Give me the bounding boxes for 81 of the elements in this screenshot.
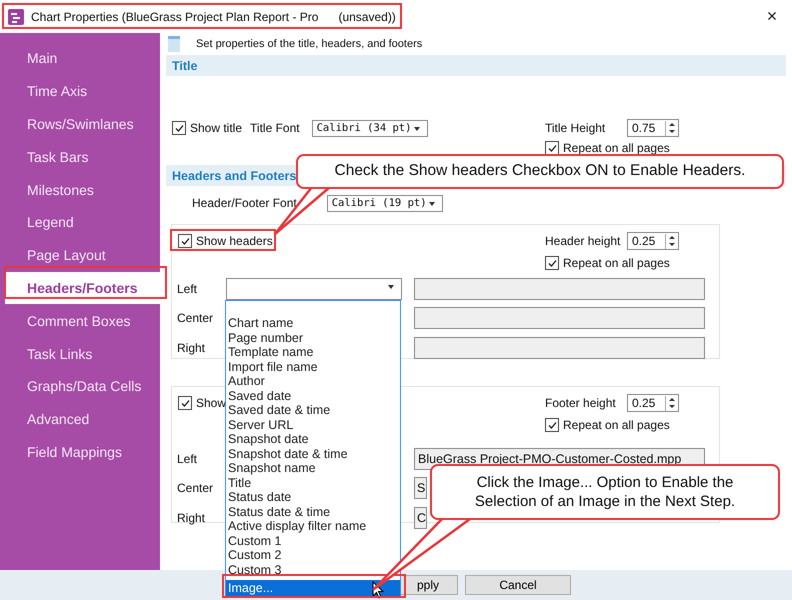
sidebar-item[interactable]: Milestones — [0, 173, 160, 206]
sidebar-item[interactable]: Time Axis — [0, 74, 160, 108]
checkbox-label: Repeat on all pages — [563, 256, 670, 270]
font-dropdown[interactable]: Calibri (34 pt) — [312, 120, 428, 136]
list-option[interactable]: Image... — [226, 580, 400, 596]
check-icon — [180, 236, 190, 246]
page-description: Set properties of the title, headers, and footers — [196, 38, 422, 50]
list-option[interactable]: Active display filter name — [226, 519, 400, 534]
list-option[interactable]: Status date & time — [226, 504, 400, 519]
dialog-button[interactable]: Cancel — [465, 575, 571, 595]
list-option[interactable]: Import file name — [226, 360, 400, 374]
checkbox-label: Show headers — [196, 234, 273, 248]
checkbox[interactable] — [178, 396, 192, 410]
list-option[interactable]: Page number — [226, 330, 400, 345]
text-field[interactable]: C — [414, 506, 427, 529]
list-option[interactable]: Status date — [226, 490, 400, 504]
list-option[interactable]: Chart name — [226, 316, 400, 330]
text-field[interactable] — [414, 307, 705, 330]
section-heading: Title — [166, 55, 786, 76]
sidebar-item[interactable]: Graphs/Data Cells — [0, 370, 160, 403]
sidebar-item[interactable]: Legend — [0, 206, 160, 239]
list-option[interactable]: Snapshot date & time — [226, 446, 400, 461]
checkbox[interactable] — [178, 234, 192, 248]
field-label: Right — [177, 340, 206, 355]
check-icon — [546, 420, 558, 430]
list-option[interactable]: Custom 1 — [226, 534, 400, 548]
checkbox-label: Show title — [190, 121, 242, 135]
list-option[interactable]: Template name — [226, 345, 400, 360]
checkbox[interactable] — [545, 141, 559, 155]
list-option[interactable]: Saved date — [226, 388, 400, 403]
text-field[interactable] — [414, 278, 705, 300]
sidebar-item[interactable]: Field Mappings — [0, 436, 160, 468]
checkbox[interactable] — [545, 256, 559, 270]
sidebar-item[interactable]: Task Bars — [0, 140, 160, 174]
sidebar-item[interactable]: Comment Boxes — [0, 304, 160, 338]
field-label: Center — [177, 481, 214, 496]
spinner-field[interactable]: 0.75 — [627, 119, 679, 137]
spinner-field[interactable]: 0.25 — [627, 394, 679, 412]
caret-icon — [414, 126, 420, 130]
list-option[interactable]: Server URL — [226, 418, 400, 432]
check-icon — [180, 398, 190, 408]
caret-icon — [428, 202, 435, 206]
field-label: Title Font — [250, 121, 300, 135]
sidebar-item[interactable]: Rows/Swimlanes — [0, 108, 160, 140]
list-option[interactable]: Snapshot date — [226, 432, 400, 446]
field-label: Left — [177, 452, 198, 466]
sidebar-item[interactable]: Main — [0, 42, 160, 75]
field-label: Center — [177, 311, 214, 326]
text-field[interactable] — [414, 336, 705, 359]
checkbox[interactable] — [545, 418, 559, 432]
text-field[interactable]: S — [414, 477, 427, 500]
check-icon — [174, 122, 184, 134]
check-icon — [546, 258, 558, 268]
field-label: Header/Footer Font — [192, 196, 297, 210]
checkbox-label: Repeat on all pages — [563, 418, 670, 432]
list-option[interactable]: Author — [226, 374, 400, 388]
checkbox[interactable] — [172, 121, 186, 135]
dropdown-field[interactable] — [226, 278, 402, 300]
field-label: Footer height — [545, 396, 617, 410]
list-option[interactable]: Title — [226, 476, 400, 490]
field-label: Title Height — [545, 121, 606, 135]
sidebar-item[interactable]: Headers/Footers — [5, 272, 160, 304]
page-icon — [168, 36, 180, 52]
field-label: Header height — [545, 234, 622, 248]
caret-icon — [388, 284, 394, 289]
field-label: Right — [177, 510, 206, 525]
sidebar-item[interactable]: Task Links — [0, 337, 160, 370]
check-icon — [546, 142, 558, 154]
font-dropdown[interactable]: Calibri (19 pt) — [326, 194, 443, 212]
sidebar-item[interactable]: Advanced — [0, 402, 160, 436]
spinner-field[interactable]: 0.25 — [627, 232, 679, 250]
app-icon — [8, 8, 24, 24]
close-button[interactable]: × — [752, 5, 792, 28]
window-title: Chart Properties (BlueGrass Project Plan Report - Pro (unsaved)) — [31, 10, 396, 24]
checkbox-label: Repeat on all pages — [563, 141, 670, 155]
field-label: Left — [177, 282, 198, 296]
list-option[interactable]: Snapshot name — [226, 461, 400, 476]
checkbox-label: Show — [196, 396, 226, 410]
list-option[interactable]: Custom 2 — [226, 548, 400, 562]
sidebar-item[interactable]: Page Layout — [0, 238, 160, 272]
list-option[interactable]: Saved date & time — [226, 403, 400, 418]
